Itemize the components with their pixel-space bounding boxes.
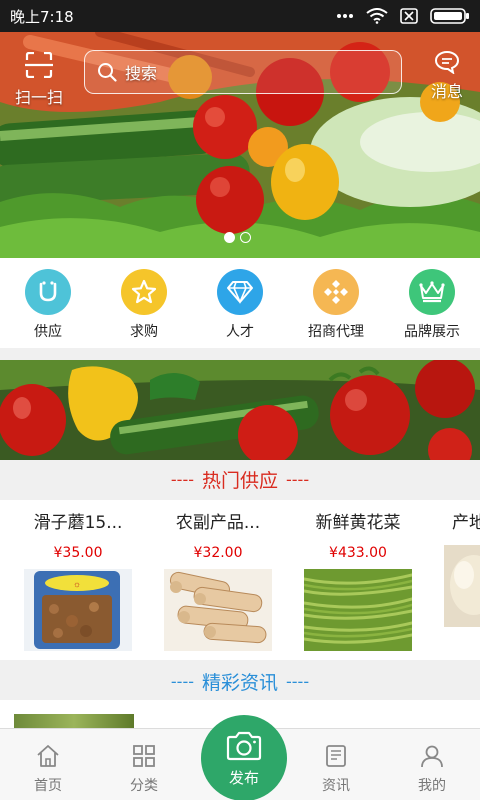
product-name: 农副产品...	[175, 513, 261, 533]
product-price: ¥433.00	[329, 545, 387, 561]
section-dash: ----	[170, 671, 194, 691]
status-bar: 晚上7:18	[0, 0, 480, 32]
publish-button[interactable]: 发布	[201, 715, 287, 800]
nav-mine-label: 我的	[418, 778, 446, 794]
category-grid: 供应 求购 人才 招商代理 品牌展示	[0, 258, 480, 348]
category-label: 人才	[226, 324, 254, 340]
category-circle	[25, 269, 71, 315]
category-franchise[interactable]: 招商代理	[291, 269, 381, 348]
user-icon	[421, 745, 443, 768]
product-card[interactable]: 农副产品... ¥32.00	[148, 508, 288, 651]
product-card[interactable]: 滑子蘑15... ¥35.00 ☼	[8, 508, 148, 651]
nav-home[interactable]: 首页	[0, 743, 96, 795]
product-strip: 滑子蘑15... ¥35.00 ☼ 农副产品... ¥32.00 新鲜黄花菜 ¥…	[0, 500, 480, 660]
scan-icon	[25, 51, 53, 79]
product-price: ¥32.00	[193, 545, 243, 561]
carousel-indicator	[224, 232, 251, 243]
section-dash: ----	[170, 469, 194, 489]
u-icon	[39, 281, 57, 302]
category-supply[interactable]: 供应	[3, 269, 93, 348]
bottom-nav: 首页 分类 发布 资讯 我的	[0, 715, 480, 800]
category-circle	[313, 269, 359, 315]
battery-icon	[430, 8, 469, 24]
product-price: ¥35.00	[53, 545, 103, 561]
section-header-hot-supply: ---- 热门供应 ----	[0, 460, 480, 498]
no-sim-icon	[400, 8, 418, 24]
nav-home-label: 首页	[34, 778, 62, 794]
product-card[interactable]: 新鲜黄花菜 ¥433.00	[288, 508, 428, 651]
category-circle	[217, 269, 263, 315]
category-label: 求购	[130, 324, 158, 340]
nav-news[interactable]: 资讯	[288, 743, 384, 795]
scan-button[interactable]: 扫一扫	[8, 51, 70, 108]
category-brand[interactable]: 品牌展示	[387, 269, 477, 348]
dots-icon	[337, 14, 353, 18]
product-name: 产地	[452, 513, 480, 533]
product-image: ☼	[24, 569, 132, 651]
home-icon	[37, 745, 59, 767]
news-thumbnail[interactable]	[14, 714, 134, 728]
category-label: 供应	[34, 324, 62, 340]
search-placeholder: 搜索	[125, 64, 158, 83]
carousel-dot[interactable]	[240, 232, 251, 243]
search-icon	[98, 63, 117, 82]
nav-category[interactable]: 分类	[96, 743, 192, 795]
hero-banner[interactable]: 扫一扫 搜索 消息	[0, 32, 480, 258]
section-title: 热门供应	[201, 469, 278, 492]
section-dash: ----	[286, 469, 310, 489]
product-name: 新鲜黄花菜	[315, 513, 401, 533]
section-header-news: ---- 精彩资讯 ----	[0, 662, 480, 700]
product-card[interactable]: 产地	[428, 508, 480, 627]
search-input[interactable]: 搜索	[84, 50, 402, 94]
nav-category-label: 分类	[130, 778, 158, 794]
category-circle	[409, 269, 455, 315]
carousel-dot-active[interactable]	[224, 232, 235, 243]
svg-text:☼: ☼	[73, 579, 81, 589]
message-button[interactable]: 消息	[424, 50, 470, 102]
category-talent[interactable]: 人才	[195, 269, 285, 348]
category-circle	[121, 269, 167, 315]
app-screen: 晚上7:18 扫一扫 搜索 消息 供应 求购 人才 招商代理 品牌展示 ----…	[0, 0, 480, 800]
chat-bubble-icon	[434, 50, 460, 75]
nav-news-label: 资讯	[322, 778, 350, 794]
star-icon	[131, 279, 157, 304]
scan-label: 扫一扫	[14, 88, 63, 107]
grid-icon	[133, 745, 155, 767]
diamonds-icon	[324, 280, 348, 304]
product-image	[444, 545, 480, 627]
camera-icon	[226, 731, 262, 761]
header-bar: 扫一扫 搜索 消息	[0, 46, 480, 107]
publish-label: 发布	[228, 769, 259, 787]
diamond-icon	[227, 281, 253, 305]
section-dash: ----	[286, 671, 310, 691]
message-label: 消息	[430, 82, 463, 101]
promo-banner[interactable]	[0, 360, 480, 460]
nav-mine[interactable]: 我的	[384, 743, 480, 795]
product-name: 滑子蘑15...	[33, 513, 123, 533]
product-image	[304, 569, 412, 651]
vegetable-photo	[0, 360, 480, 460]
category-label: 招商代理	[308, 324, 364, 340]
wifi-icon	[366, 8, 388, 24]
section-title: 精彩资讯	[201, 671, 278, 694]
news-icon	[326, 745, 346, 767]
crown-icon	[419, 281, 445, 303]
status-time: 晚上7:18	[10, 7, 74, 26]
category-label: 品牌展示	[404, 324, 460, 340]
product-image	[164, 569, 272, 651]
category-wanted[interactable]: 求购	[99, 269, 189, 348]
status-icons	[336, 8, 470, 24]
